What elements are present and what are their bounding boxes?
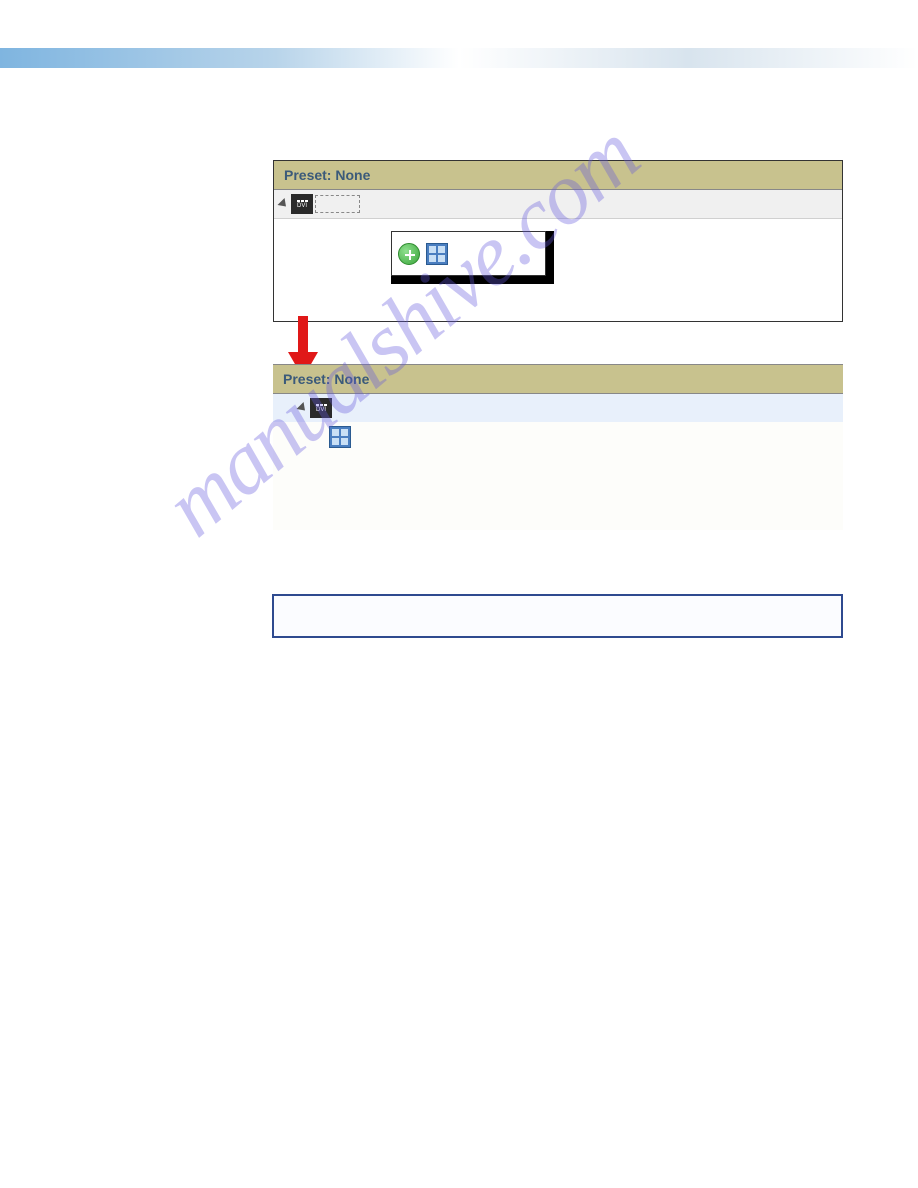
tree-row[interactable]: DVI — [273, 394, 843, 422]
dvi-label: DVI — [297, 203, 307, 209]
dvi-connector-icon: DVI — [310, 398, 332, 418]
expand-triangle-icon[interactable] — [277, 198, 289, 210]
add-plus-icon — [398, 243, 420, 265]
tree-row[interactable]: DVI — [274, 190, 842, 219]
grid-layout-icon[interactable] — [329, 426, 351, 448]
note-box — [272, 594, 843, 638]
panel-header: Preset: None — [273, 364, 843, 394]
placeholder-box[interactable] — [315, 195, 360, 213]
grid-layout-icon[interactable] — [426, 243, 448, 265]
dvi-connector-icon: DVI — [291, 194, 313, 214]
context-menu — [391, 231, 546, 276]
panel-before: Preset: None DVI — [273, 160, 843, 322]
dvi-label: DVI — [316, 407, 326, 413]
panel-after: Preset: None DVI — [273, 364, 843, 530]
expand-triangle-icon[interactable] — [296, 402, 308, 414]
page-top-gradient — [0, 48, 918, 68]
tree-child-row[interactable] — [273, 422, 843, 452]
panel-header: Preset: None — [274, 161, 842, 190]
